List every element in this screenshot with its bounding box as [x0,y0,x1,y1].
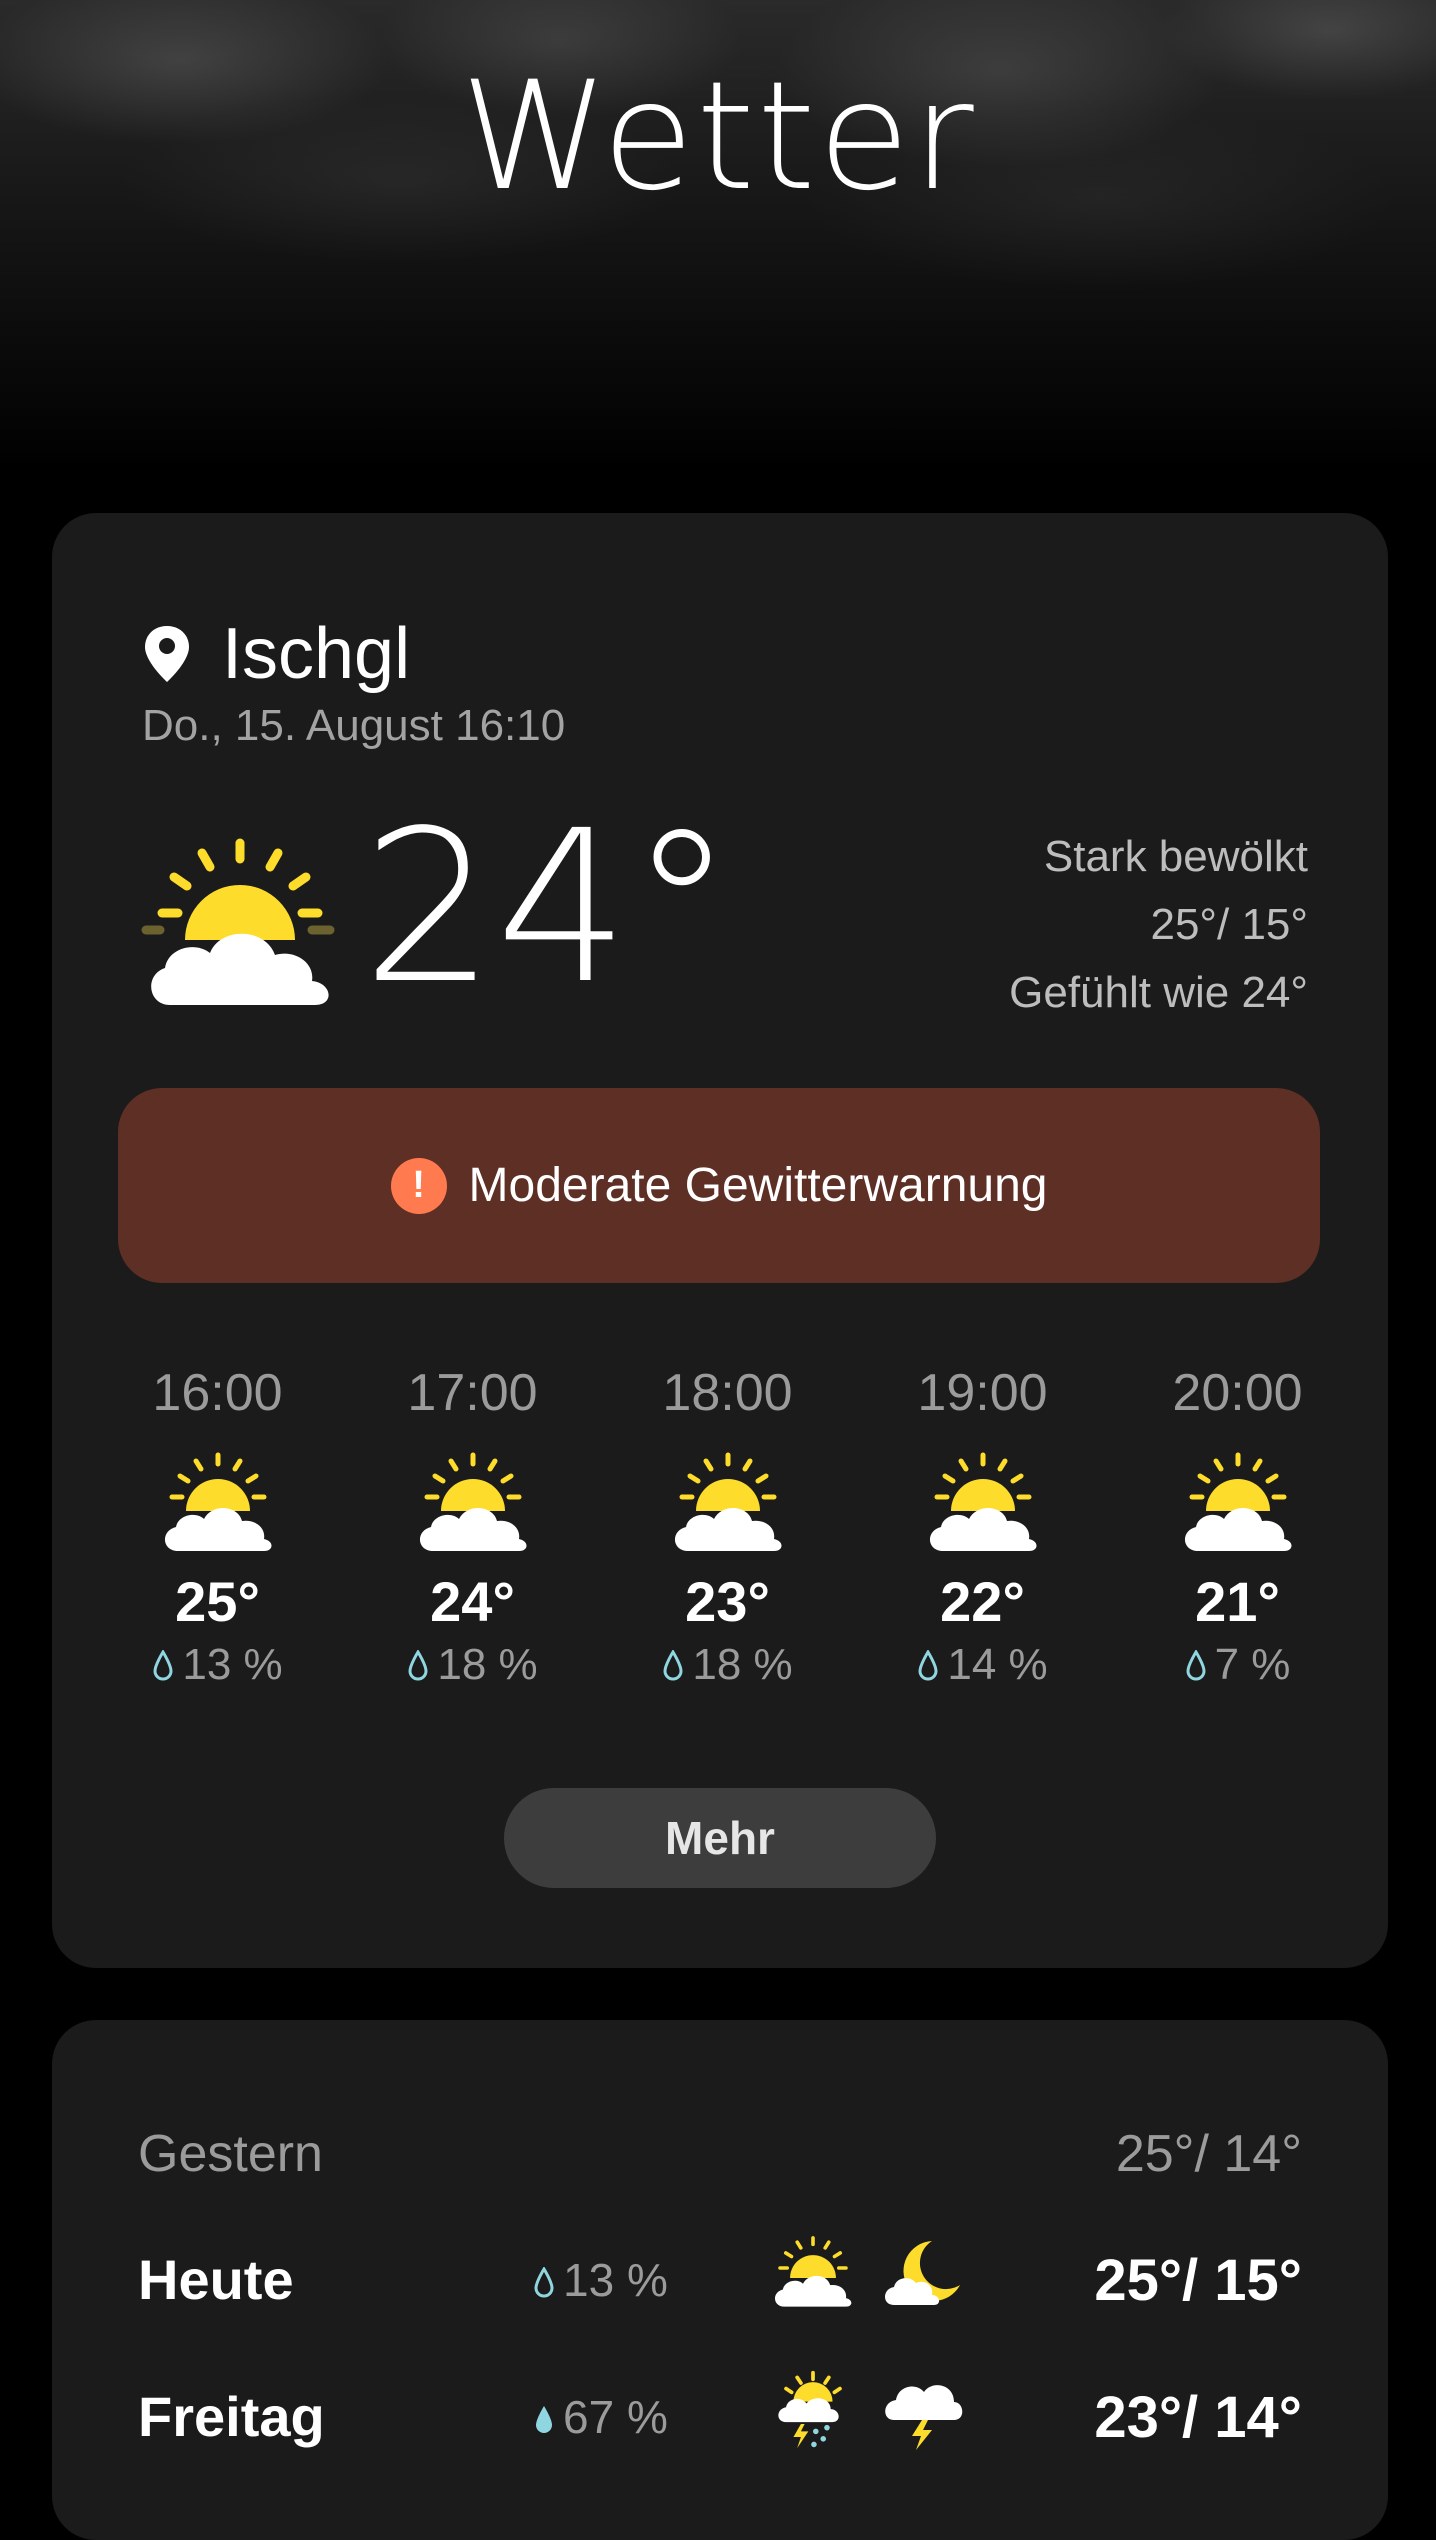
raindrop-icon [408,1650,428,1681]
current-temperature: 24° [362,785,735,1030]
raindrop-icon [663,1650,683,1681]
location-row: Ischgl [142,613,410,695]
hourly-time: 17:00 [407,1364,538,1422]
hourly-time: 18:00 [662,1364,793,1422]
daily-day: Gestern [138,2125,323,2183]
hourly-forecast[interactable]: 16:00 25° 13 % 17:00 24° 18 % 18:00 23° … [90,1363,1365,1690]
daily-range: 23°/ 14° [1094,2385,1302,2450]
warning-text: Moderate Gewitterwarnung [468,1159,1048,1212]
partly-cloudy-sun-icon [1178,1449,1298,1559]
partly-cloudy-sun-icon [141,838,335,1005]
hourly-precip: 18 % [345,1640,600,1690]
raindrop-icon [153,1650,173,1681]
raindrop-filled-icon [536,2406,552,2433]
exclamation-icon: ! [390,1157,447,1214]
hourly-temp: 23° [685,1570,770,1633]
current-weather-card[interactable]: Ischgl Do., 15. August 16:10 24° Stark b… [52,513,1388,1968]
cloudy-moon-icon [885,2241,960,2305]
hourly-item: 19:00 22° 14 % [855,1363,1110,1690]
hourly-temp: 21° [1195,1570,1280,1633]
hourly-item: 20:00 21° 7 % [1110,1363,1365,1690]
app-title: Wetter [460,50,976,224]
hourly-time: 16:00 [152,1364,283,1422]
raindrop-icon [1186,1650,1206,1681]
hourly-temp: 24° [430,1570,515,1633]
daily-day: Freitag [138,2385,325,2448]
daily-precip: 13 % [533,2253,668,2307]
current-details: Stark bewölkt 25°/ 15° Gefühlt wie 24° [1009,823,1308,1027]
feels-like-text: Gefühlt wie 24° [1009,968,1308,1017]
hourly-time: 19:00 [917,1364,1048,1422]
partly-cloudy-sun-icon [773,2236,854,2309]
hourly-precip: 13 % [90,1640,345,1690]
partly-cloudy-sun-icon [413,1449,533,1559]
raindrop-icon [534,2267,554,2298]
more-button[interactable]: Mehr [504,1788,936,1888]
raindrop-icon [918,1650,938,1681]
hourly-item: 17:00 24° 18 % [345,1363,600,1690]
daily-range: 25°/ 14° [1115,2125,1302,2183]
hourly-precip: 14 % [855,1640,1110,1690]
daily-forecast-card[interactable]: Gestern 25°/ 14° Heute 13 % 25°/ 15° Fre… [52,2020,1388,2540]
location-pin-icon [145,626,189,682]
daily-day: Heute [138,2248,294,2311]
hourly-temp: 25° [175,1570,260,1633]
hourly-precip: 18 % [600,1640,855,1690]
partly-cloudy-sun-icon [923,1449,1043,1559]
location-name: Ischgl [222,614,411,694]
condition-text: Stark bewölkt [1043,832,1308,881]
partly-cloudy-sun-icon [668,1449,788,1559]
hourly-item: 18:00 23° 18 % [600,1363,855,1690]
hourly-item: 16:00 25° 13 % [90,1363,345,1690]
daily-row-today[interactable]: Heute 13 % 25°/ 15° [138,2233,1302,2323]
daily-row-friday[interactable]: Freitag 67 % 23°/ 14° [138,2370,1302,2460]
hourly-temp: 22° [940,1570,1025,1633]
current-datetime: Do., 15. August 16:10 [142,701,566,750]
daily-row-yesterday[interactable]: Gestern 25°/ 14° [138,2110,1302,2200]
hourly-precip: 7 % [1110,1640,1365,1690]
hourly-time: 20:00 [1172,1364,1303,1422]
sun-thunder-rain-icon [778,2370,842,2449]
high-low-text: 25°/ 15° [1150,900,1308,949]
daily-precip: 67 % [533,2390,668,2444]
partly-cloudy-sun-icon [158,1449,278,1559]
weather-warning-banner[interactable]: ! Moderate Gewitterwarnung [118,1088,1320,1283]
daily-range: 25°/ 15° [1094,2248,1302,2313]
thunder-cloud-icon [885,2385,963,2450]
